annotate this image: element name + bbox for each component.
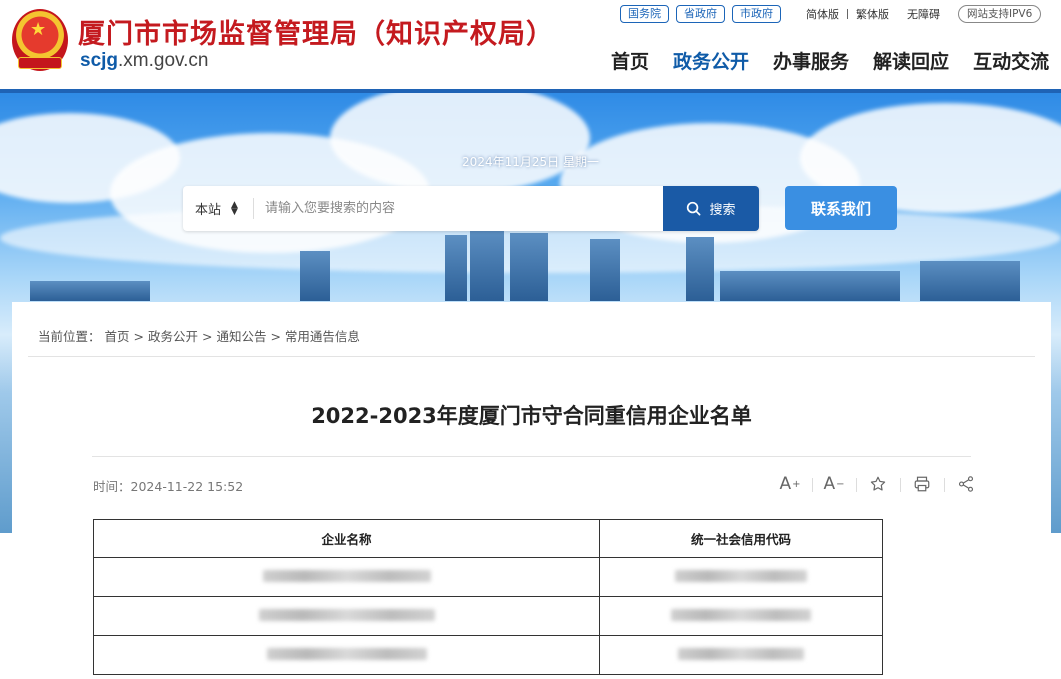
- font-decrease-icon[interactable]: A −: [812, 472, 856, 496]
- nav-interpretation[interactable]: 解读回应: [873, 47, 949, 74]
- breadcrumb-common-notices[interactable]: 常用通告信息: [285, 329, 360, 344]
- redacted-cell: [93, 635, 600, 675]
- redacted-cell: [599, 557, 883, 597]
- redacted-cell: [93, 596, 600, 636]
- accessibility-link[interactable]: 无障碍: [907, 6, 940, 22]
- main-nav: 首页 政务公开 办事服务 解读回应 互动交流: [611, 47, 1049, 74]
- article-title: 2022-2023年度厦门市守合同重信用企业名单: [311, 404, 752, 428]
- site-header: ★ 厦门市市场监督管理局（知识产权局） scjg.xm.gov.cn 国务院 省…: [0, 0, 1061, 89]
- simplified-chinese-link[interactable]: 简体版: [806, 6, 839, 22]
- search-icon: [687, 201, 701, 216]
- traditional-chinese-link[interactable]: 繁体版: [856, 6, 889, 22]
- ipv6-badge: 网站支持IPV6: [958, 5, 1042, 23]
- link-city-gov[interactable]: 市政府: [732, 5, 781, 23]
- share-icon[interactable]: [944, 472, 988, 496]
- article-card: 当前位置： 首页 > 政务公开 > 通知公告 > 常用通告信息 2022-202…: [12, 302, 1051, 679]
- nav-interaction[interactable]: 互动交流: [973, 47, 1049, 74]
- favorite-star-icon[interactable]: [856, 472, 900, 496]
- breadcrumb-home[interactable]: 首页: [105, 329, 130, 344]
- search-input[interactable]: [265, 186, 660, 231]
- redacted-cell: [599, 635, 883, 675]
- column-header-company-name: 企业名称: [93, 519, 600, 558]
- top-links: 国务院 省政府 市政府 简体版 繁体版 无障碍 网站支持IPV6: [620, 5, 1042, 23]
- font-increase-icon[interactable]: A +: [768, 472, 812, 496]
- site-domain: scjg.xm.gov.cn: [80, 50, 209, 71]
- table-row: [93, 557, 883, 597]
- link-provincial-gov[interactable]: 省政府: [676, 5, 725, 23]
- search-button[interactable]: 搜索: [663, 186, 759, 231]
- link-state-council[interactable]: 国务院: [620, 5, 669, 23]
- article-tools: A + A −: [768, 472, 988, 496]
- market-supervision-emblem-icon[interactable]: ★: [12, 9, 68, 71]
- publish-time: 时间：2024-11-22 15:52: [93, 479, 244, 494]
- table-row: [93, 596, 883, 636]
- divider: [847, 9, 848, 19]
- table-header-row: 企业名称 统一社会信用代码: [93, 519, 883, 558]
- table-row: [93, 635, 883, 675]
- breadcrumb: 当前位置： 首页 > 政务公开 > 通知公告 > 常用通告信息: [38, 329, 360, 344]
- search-scope-select[interactable]: 本站 ▲ ▼: [183, 186, 253, 231]
- breadcrumb-notices[interactable]: 通知公告: [216, 329, 266, 344]
- print-icon[interactable]: [900, 472, 944, 496]
- nav-home[interactable]: 首页: [611, 47, 649, 74]
- nav-services[interactable]: 办事服务: [773, 47, 849, 74]
- redacted-cell: [93, 557, 600, 597]
- enterprise-table: 企业名称 统一社会信用代码: [93, 519, 883, 675]
- column-header-credit-code: 统一社会信用代码: [599, 519, 883, 558]
- site-title[interactable]: 厦门市市场监督管理局（知识产权局）: [78, 12, 554, 51]
- current-date: 2024年11月25日 星期一: [462, 155, 599, 169]
- redacted-cell: [599, 596, 883, 636]
- contact-us-button[interactable]: 联系我们: [785, 186, 897, 230]
- search-box: 本站 ▲▼ 搜索: [183, 186, 759, 231]
- sort-arrows-icon: ▲ ▼: [231, 199, 238, 217]
- nav-government-affairs[interactable]: 政务公开: [673, 47, 749, 74]
- breadcrumb-government-affairs[interactable]: 政务公开: [148, 329, 198, 344]
